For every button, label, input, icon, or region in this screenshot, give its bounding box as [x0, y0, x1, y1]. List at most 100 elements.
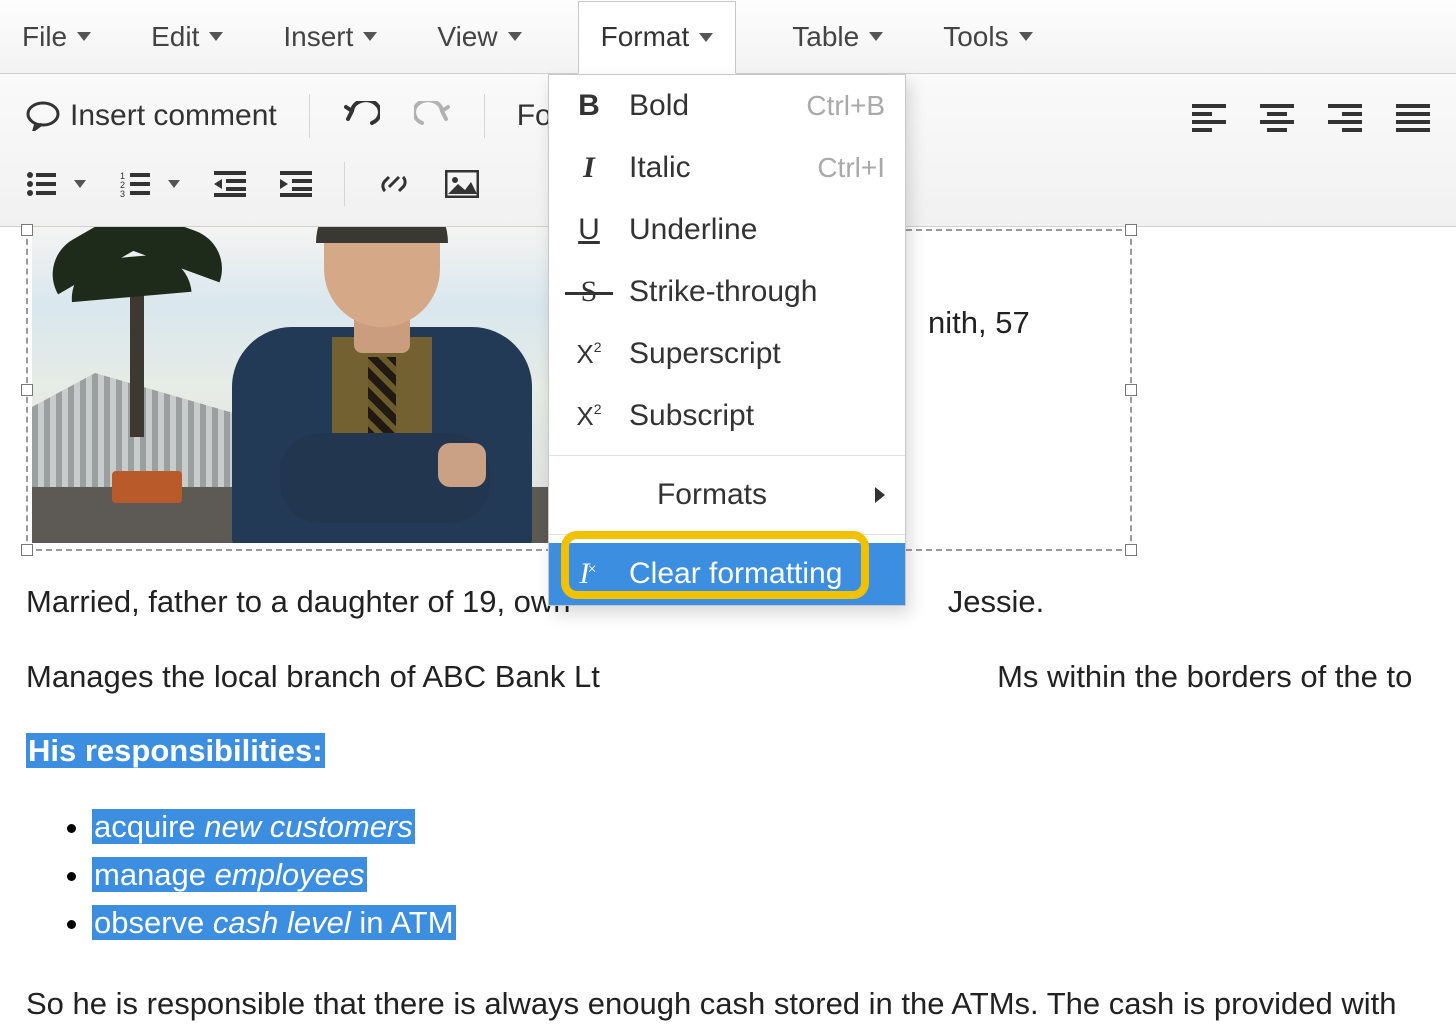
indent-icon	[280, 171, 312, 197]
selected-text: manage	[94, 857, 215, 892]
menu-file[interactable]: File	[18, 0, 95, 73]
format-underline[interactable]: U Underline	[549, 199, 905, 261]
menu-item-label: Strike-through	[629, 275, 817, 309]
insert-comment-button[interactable]: Insert comment	[18, 95, 285, 137]
menu-edit-label: Edit	[151, 21, 199, 53]
menu-format[interactable]: Format	[578, 1, 737, 74]
outdent-button[interactable]	[206, 167, 254, 201]
align-justify-button[interactable]	[1388, 100, 1438, 132]
toolbar-separator	[309, 94, 310, 138]
svg-text:3: 3	[120, 189, 125, 197]
menu-file-label: File	[22, 21, 67, 53]
document-image	[32, 227, 552, 543]
comment-icon	[26, 101, 60, 131]
caret-down-icon	[1019, 32, 1033, 41]
menu-insert-label: Insert	[283, 21, 353, 53]
align-left-button[interactable]	[1184, 100, 1234, 132]
list-item: manage employees	[92, 851, 1430, 899]
menubar: File Edit Insert View Format Table Tools	[0, 0, 1456, 74]
caret-down-icon	[209, 32, 223, 41]
redo-button[interactable]	[406, 97, 460, 135]
align-right-icon	[1328, 104, 1362, 128]
bold-icon: B	[569, 89, 609, 123]
italic-icon: I	[569, 151, 609, 185]
insert-comment-label: Insert comment	[70, 99, 277, 133]
caret-down-icon	[77, 32, 91, 41]
insert-image-button[interactable]	[437, 166, 487, 202]
caret-down-icon	[363, 32, 377, 41]
format-formats-submenu[interactable]: Formats	[549, 464, 905, 526]
bullet-list-icon	[26, 171, 58, 197]
selected-heading: His responsibilities:	[26, 728, 1430, 775]
undo-icon	[342, 101, 380, 131]
menu-table-label: Table	[792, 21, 859, 53]
menu-item-label: Clear formatting	[629, 557, 842, 591]
underline-icon: U	[569, 213, 609, 247]
indent-button[interactable]	[272, 167, 320, 201]
menu-insert[interactable]: Insert	[279, 0, 381, 73]
image-icon	[445, 170, 479, 198]
subscript-icon: X2	[569, 401, 609, 432]
font-family-fragment: Fo	[517, 99, 552, 133]
clear-formatting-icon: I×	[569, 557, 609, 591]
numbered-list-button[interactable]: 123	[112, 167, 188, 201]
paragraph: So he is responsible that there is alway…	[26, 981, 1430, 1028]
menu-item-label: Formats	[569, 478, 855, 512]
align-center-icon	[1260, 104, 1294, 128]
format-subscript[interactable]: X2 Subscript	[549, 385, 905, 447]
menu-table[interactable]: Table	[788, 0, 887, 73]
redo-icon	[414, 101, 452, 131]
link-icon	[377, 169, 411, 199]
numbered-list-icon: 123	[120, 171, 152, 197]
toolbar-separator	[484, 94, 485, 138]
selected-text: His responsibilities:	[28, 733, 323, 768]
text-fragment: Jessie.	[948, 584, 1044, 619]
selected-text-italic: cash level	[213, 905, 351, 940]
menu-view[interactable]: View	[433, 0, 525, 73]
list-item: acquire new customers	[92, 803, 1430, 851]
paragraph: Manages the local branch of ABC Bank Lt …	[26, 654, 1430, 701]
caret-down-icon	[74, 180, 86, 188]
text-fragment: Ms within the borders of the to	[997, 659, 1412, 694]
selected-text: in ATM	[351, 905, 454, 940]
toolbar-separator	[344, 162, 345, 206]
text-fragment: Manages the local branch of ABC Bank Lt	[26, 659, 600, 694]
format-strikethrough[interactable]: S Strike-through	[549, 261, 905, 323]
menu-separator	[549, 534, 905, 535]
selected-text: acquire	[94, 809, 204, 844]
menu-view-label: View	[437, 21, 497, 53]
caret-down-icon	[168, 180, 180, 188]
selected-text: observe	[94, 905, 213, 940]
caret-down-icon	[869, 32, 883, 41]
menu-item-label: Superscript	[629, 337, 781, 371]
menu-item-label: Italic	[629, 151, 691, 185]
format-bold[interactable]: B Bold Ctrl+B	[549, 75, 905, 137]
menu-tools[interactable]: Tools	[939, 0, 1036, 73]
menu-separator	[549, 455, 905, 456]
bullet-list-button[interactable]	[18, 167, 94, 201]
align-justify-icon	[1396, 104, 1430, 128]
caret-down-icon	[699, 33, 713, 42]
menu-item-label: Underline	[629, 213, 757, 247]
menu-item-shortcut: Ctrl+B	[806, 90, 885, 122]
align-left-icon	[1192, 104, 1226, 128]
menu-item-label: Bold	[629, 89, 689, 123]
format-superscript[interactable]: X2 Superscript	[549, 323, 905, 385]
menu-edit[interactable]: Edit	[147, 0, 227, 73]
insert-link-button[interactable]	[369, 165, 419, 203]
caret-down-icon	[508, 32, 522, 41]
text-fragment: Married, father to a daughter of 19, own	[26, 584, 571, 619]
menu-item-label: Subscript	[629, 399, 754, 433]
wrapped-text-fragment: nith, 57	[928, 305, 1030, 341]
align-center-button[interactable]	[1252, 100, 1302, 132]
undo-button[interactable]	[334, 97, 388, 135]
align-right-button[interactable]	[1320, 100, 1370, 132]
bullet-list: acquire new customers manage employees o…	[92, 803, 1430, 947]
menu-format-label: Format	[601, 21, 690, 53]
format-clear-formatting[interactable]: I× Clear formatting	[549, 543, 905, 605]
menu-item-shortcut: Ctrl+I	[817, 152, 885, 184]
outdent-icon	[214, 171, 246, 197]
format-italic[interactable]: I Italic Ctrl+I	[549, 137, 905, 199]
menu-tools-label: Tools	[943, 21, 1008, 53]
list-item: observe cash level in ATM	[92, 899, 1430, 947]
